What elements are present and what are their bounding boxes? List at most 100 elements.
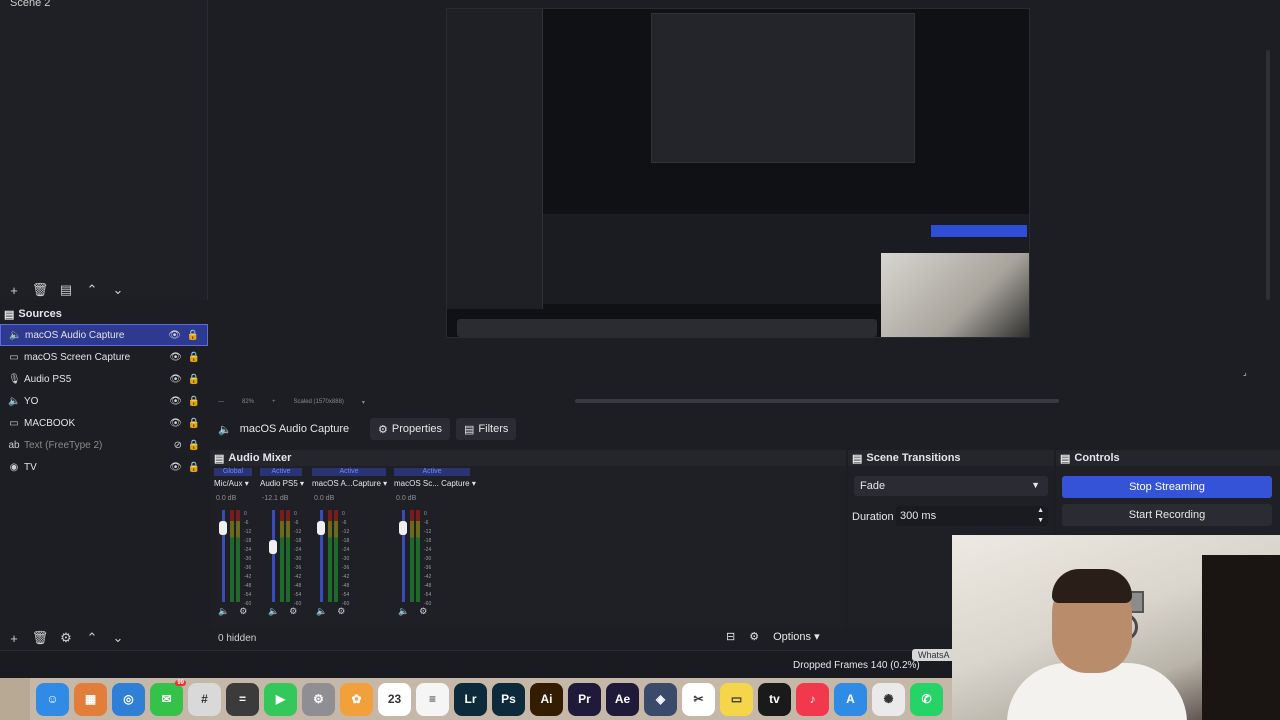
- app-icon: Ps: [501, 692, 516, 706]
- properties-button[interactable]: ⚙ Properties: [370, 418, 451, 440]
- lock-icon[interactable]: 🔒: [188, 462, 200, 473]
- dock-app-photos[interactable]: ✿: [340, 682, 373, 716]
- eye-hidden-icon[interactable]: ⊘: [174, 440, 182, 451]
- advanced-audio-icon[interactable]: ⚙: [749, 630, 759, 643]
- volume-fader[interactable]: [317, 510, 325, 602]
- source-item[interactable]: ab Text (FreeType 2) ⊘ 🔒: [0, 434, 208, 456]
- channel-settings-icon[interactable]: ⚙: [239, 606, 247, 617]
- volume-fader[interactable]: [269, 510, 277, 602]
- volume-fader[interactable]: [399, 510, 407, 602]
- dock-background: [0, 678, 30, 720]
- app-icon: A: [846, 692, 855, 706]
- transition-select[interactable]: Fade ▼: [854, 476, 1048, 496]
- lock-icon[interactable]: 🔒: [188, 396, 200, 407]
- fader-knob[interactable]: [269, 540, 277, 554]
- dock-app-system-settings[interactable]: ⚙: [302, 682, 335, 716]
- source-item[interactable]: ▭ macOS Screen Capture 👁 🔒: [0, 346, 208, 368]
- dock-app-lightroom[interactable]: Lr: [454, 682, 487, 716]
- eye-icon[interactable]: 👁: [168, 330, 181, 341]
- scene-item[interactable]: Scene 2: [10, 0, 50, 9]
- dock-app-music[interactable]: ♪: [796, 682, 829, 716]
- lock-icon[interactable]: 🔒: [188, 374, 200, 385]
- lock-icon[interactable]: 🔒: [188, 352, 200, 363]
- dock-app-safari[interactable]: ◎: [112, 682, 145, 716]
- move-up-icon[interactable]: ⌃: [84, 630, 100, 646]
- eye-icon[interactable]: 👁: [169, 352, 182, 363]
- dock-app-calendar[interactable]: 23: [378, 682, 411, 716]
- dock-app-app-store[interactable]: A: [834, 682, 867, 716]
- filter-icon[interactable]: ▤: [58, 282, 74, 298]
- trash-icon[interactable]: 🗑: [32, 630, 49, 646]
- fader-knob[interactable]: [317, 521, 325, 535]
- scale-dropdown-icon[interactable]: ▾: [362, 399, 365, 406]
- meter-scale: 0 -6 -12 -18 -24 -30 -36 -42 -48 -54 -60: [342, 510, 349, 609]
- dock-app-chatgpt[interactable]: ✺: [872, 682, 905, 716]
- lock-icon[interactable]: 🔒: [187, 330, 199, 341]
- eye-icon[interactable]: 👁: [169, 396, 182, 407]
- move-down-icon[interactable]: ⌄: [110, 630, 126, 646]
- options-button[interactable]: Options ▾: [773, 630, 820, 643]
- channel-name[interactable]: Mic/Aux ▾: [214, 479, 249, 488]
- spinner-icon[interactable]: ▲ ▼: [1037, 506, 1044, 526]
- channel-name[interactable]: macOS Sc... Capture ▾: [394, 479, 476, 488]
- dock-app-capcut[interactable]: ✂: [682, 682, 715, 716]
- dock-app-after-effects[interactable]: Ae: [606, 682, 639, 716]
- meter-tick: -12: [294, 529, 302, 535]
- volume-fader[interactable]: [219, 510, 227, 602]
- channel-settings-icon[interactable]: ⚙: [419, 606, 427, 617]
- mute-icon[interactable]: 🔈: [398, 606, 409, 617]
- stop-streaming-button[interactable]: Stop Streaming: [1062, 476, 1272, 498]
- source-item[interactable]: ▭ MACBOOK 👁 🔒: [0, 412, 208, 434]
- fader-knob[interactable]: [399, 521, 407, 535]
- channel-settings-icon[interactable]: ⚙: [289, 606, 297, 617]
- dock-app-notes[interactable]: ▭: [720, 682, 753, 716]
- source-item[interactable]: 🔈 macOS Audio Capture 👁 🔒: [0, 324, 208, 346]
- dock-app-apple-tv[interactable]: tv: [758, 682, 791, 716]
- trash-icon[interactable]: 🗑: [32, 282, 49, 298]
- mute-icon[interactable]: 🔈: [218, 606, 229, 617]
- channel-settings-icon[interactable]: ⚙: [337, 606, 345, 617]
- source-item[interactable]: 🎙 Audio PS5 👁 🔒: [0, 368, 208, 390]
- preview-canvas[interactable]: [446, 8, 1030, 338]
- dock-app-reminders[interactable]: ≡: [416, 682, 449, 716]
- filters-button[interactable]: ▤ Filters: [456, 418, 517, 440]
- eye-icon[interactable]: 👁: [169, 462, 182, 473]
- source-item[interactable]: 🔈 YO 👁 🔒: [0, 390, 208, 412]
- lock-icon[interactable]: 🔒: [188, 418, 200, 429]
- source-item[interactable]: ◉ TV 👁 🔒: [0, 456, 208, 478]
- move-down-icon[interactable]: ⌄: [110, 282, 126, 298]
- app-icon: ≡: [428, 692, 436, 706]
- lock-icon[interactable]: 🔒: [188, 440, 200, 451]
- dock-app-photoshop[interactable]: Ps: [492, 682, 525, 716]
- dock-app-launchpad[interactable]: ▦: [74, 682, 107, 716]
- channel-name[interactable]: Audio PS5 ▾: [260, 479, 304, 488]
- dock-app-facetime[interactable]: ▶: [264, 682, 297, 716]
- mute-icon[interactable]: 🔈: [316, 606, 327, 617]
- zoom-in-icon[interactable]: +: [272, 399, 276, 405]
- channel-name[interactable]: macOS A...Capture ▾: [312, 479, 387, 488]
- dock-app-messages[interactable]: ✉ 99: [150, 679, 186, 716]
- dock-app-calculator[interactable]: =: [226, 682, 259, 716]
- eye-icon[interactable]: 👁: [169, 418, 182, 429]
- vertical-scrollbar[interactable]: [1266, 50, 1270, 300]
- fader-knob[interactable]: [219, 521, 227, 535]
- channel-status: Active: [260, 468, 302, 476]
- move-up-icon[interactable]: ⌃: [84, 282, 100, 298]
- dock-app-illustrator[interactable]: Ai: [530, 682, 563, 716]
- dock-app-finder[interactable]: ☺: [36, 682, 69, 716]
- gear-icon[interactable]: ⚙: [58, 630, 74, 646]
- horizontal-scrollbar[interactable]: [575, 399, 1059, 403]
- dock-app-premiere-pro[interactable]: Pr: [568, 682, 601, 716]
- mute-icon[interactable]: 🔈: [268, 606, 279, 617]
- zoom-out-icon[interactable]: —: [218, 399, 224, 405]
- dock-app-slack[interactable]: #: [188, 682, 221, 716]
- layout-icon[interactable]: ⊟: [726, 630, 735, 643]
- dock-app-davinci-resolve[interactable]: ◈: [644, 682, 677, 716]
- dock-app-whatsapp[interactable]: ✆: [910, 682, 943, 716]
- add-icon[interactable]: +: [6, 630, 22, 646]
- add-icon[interactable]: +: [6, 282, 22, 298]
- speaker-icon: 🔈: [9, 329, 22, 341]
- start-recording-button[interactable]: Start Recording: [1062, 504, 1272, 526]
- duration-field[interactable]: 300 ms ▲ ▼: [896, 506, 1048, 526]
- eye-icon[interactable]: 👁: [169, 374, 182, 385]
